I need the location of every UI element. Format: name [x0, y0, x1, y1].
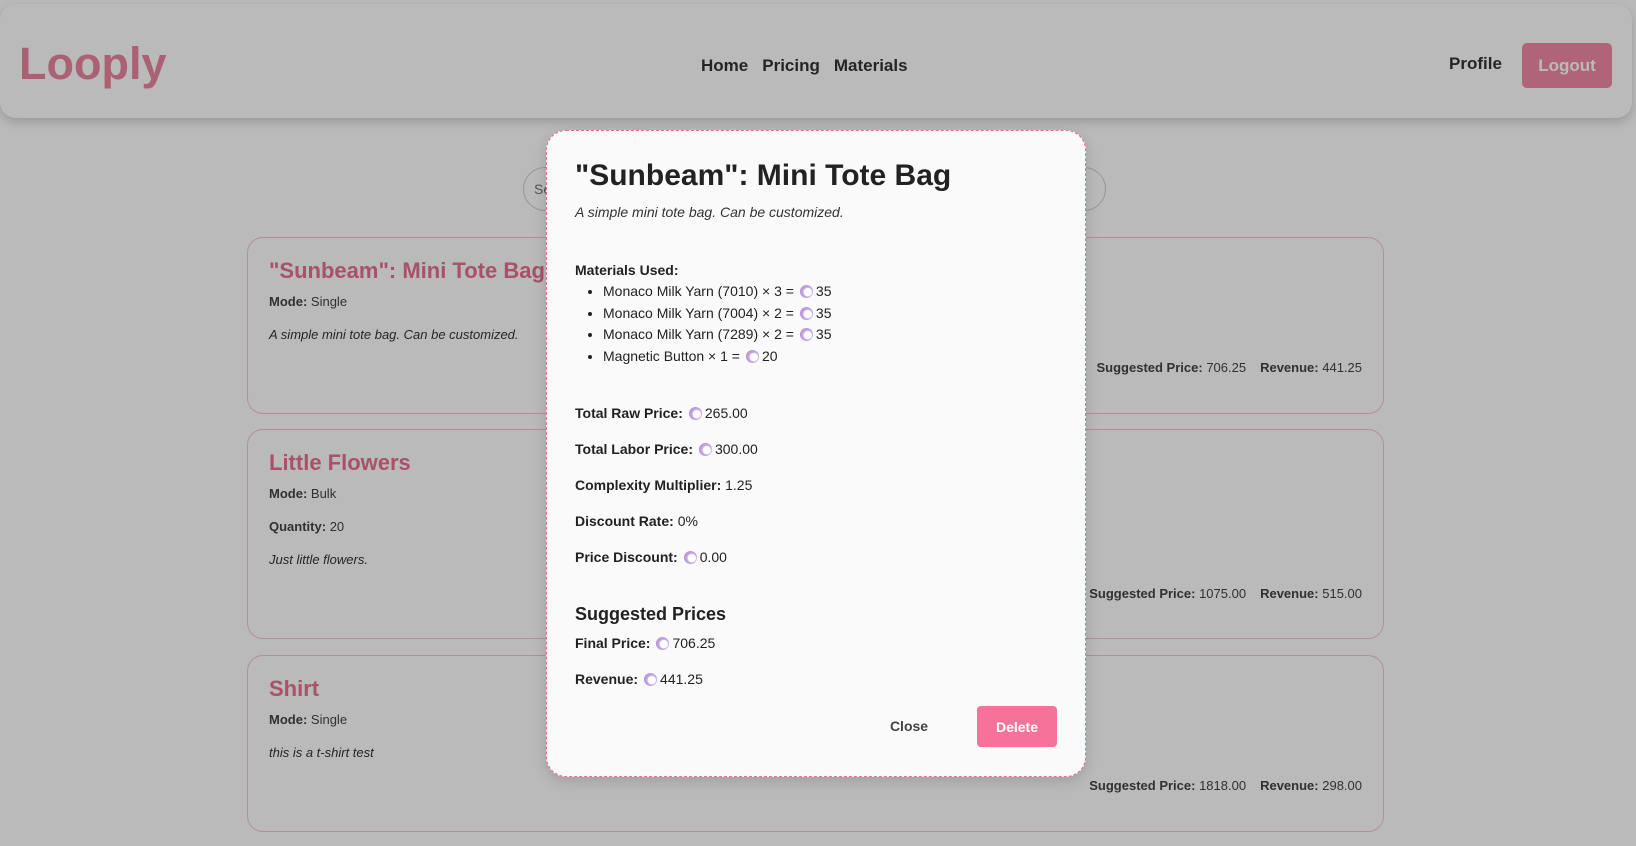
revenue: Revenue: 441.25: [575, 671, 703, 687]
product-detail-modal: "Sunbeam": Mini Tote Bag A simple mini t…: [546, 130, 1086, 777]
final-price: Final Price: 706.25: [575, 635, 716, 651]
suggested-prices-heading: Suggested Prices: [575, 604, 727, 624]
coin-icon: [683, 551, 697, 564]
close-button[interactable]: Close: [873, 706, 945, 746]
total-raw-price: Total Raw Price: 265.00: [575, 405, 748, 421]
total-labor-price: Total Labor Price: 300.00: [575, 441, 758, 457]
price-discount: Price Discount: 0.00: [575, 549, 727, 565]
coin-icon: [799, 328, 813, 341]
modal-description: A simple mini tote bag. Can be customize…: [575, 204, 844, 220]
modal-title: "Sunbeam": Mini Tote Bag: [575, 159, 952, 192]
coin-icon: [745, 349, 759, 363]
delete-button[interactable]: Delete: [977, 706, 1057, 747]
materials-label: Materials Used:: [575, 262, 679, 278]
material-item: Monaco Milk Yarn (7010) × 3 =35: [603, 281, 832, 303]
discount-rate: Discount Rate: 0%: [575, 513, 698, 529]
material-item: Monaco Milk Yarn (7289) × 2 =35: [603, 324, 832, 346]
complexity-multiplier: Complexity Multiplier: 1.25: [575, 477, 753, 493]
coin-icon: [644, 673, 658, 686]
coin-icon: [656, 637, 670, 650]
material-item: Monaco Milk Yarn (7004) × 2 =35: [603, 303, 832, 325]
material-item: Magnetic Button × 1 =20: [603, 346, 832, 368]
coin-icon: [799, 285, 813, 298]
coin-icon: [688, 407, 702, 420]
coin-icon: [799, 306, 813, 320]
coin-icon: [698, 443, 712, 456]
materials-list: Monaco Milk Yarn (7010) × 3 =35 Monaco M…: [603, 281, 832, 367]
